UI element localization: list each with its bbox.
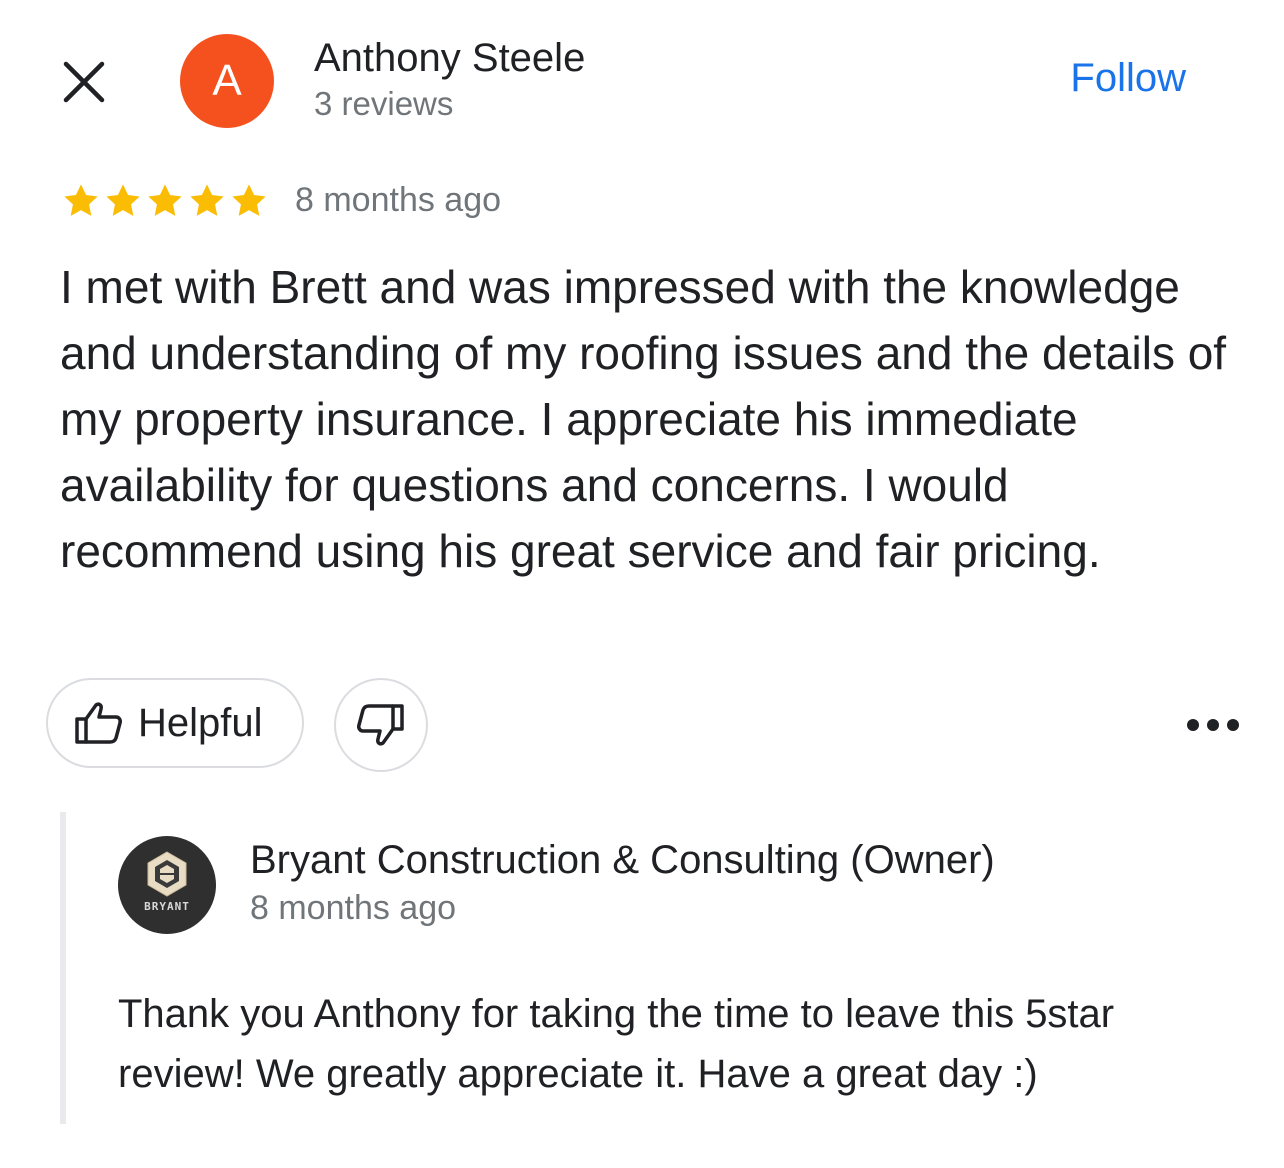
review-count: 3 reviews: [314, 85, 454, 122]
reviewer-avatar[interactable]: A: [180, 34, 274, 128]
star-icon: [232, 184, 266, 216]
avatar-letter: A: [212, 56, 242, 105]
helpful-button[interactable]: Helpful: [46, 678, 304, 768]
more-horizontal-icon: [1187, 719, 1239, 731]
helpful-label: Helpful: [138, 701, 263, 745]
thumbs-up-icon: [75, 702, 122, 744]
owner-avatar[interactable]: BRYANT: [118, 836, 216, 934]
owner-reply: BRYANT Bryant Construction & Consulting …: [60, 812, 1250, 1124]
follow-button[interactable]: Follow: [1070, 56, 1186, 100]
close-button[interactable]: [56, 54, 112, 110]
not-helpful-button[interactable]: [334, 678, 428, 772]
review-text: I met with Brett and was impressed with …: [60, 261, 1227, 577]
review-date: 8 months ago: [295, 181, 502, 219]
owner-logo-text: BRYANT: [144, 900, 190, 913]
close-icon: [63, 61, 105, 103]
reviewer-name[interactable]: Anthony Steele: [314, 36, 585, 80]
owner-reply-date: 8 months ago: [250, 889, 457, 927]
owner-name: Bryant Construction & Consulting (Owner): [250, 838, 995, 882]
thumbs-down-icon: [357, 704, 404, 746]
star-icon: [190, 184, 224, 216]
star-icon: [64, 184, 98, 216]
star-rating: [60, 180, 270, 222]
star-icon: [106, 184, 140, 216]
more-options-button[interactable]: [1180, 700, 1246, 750]
owner-reply-text: Thank you Anthony for taking the time to…: [118, 992, 1115, 1096]
bryant-logo-icon: [147, 851, 187, 897]
star-icon: [148, 184, 182, 216]
